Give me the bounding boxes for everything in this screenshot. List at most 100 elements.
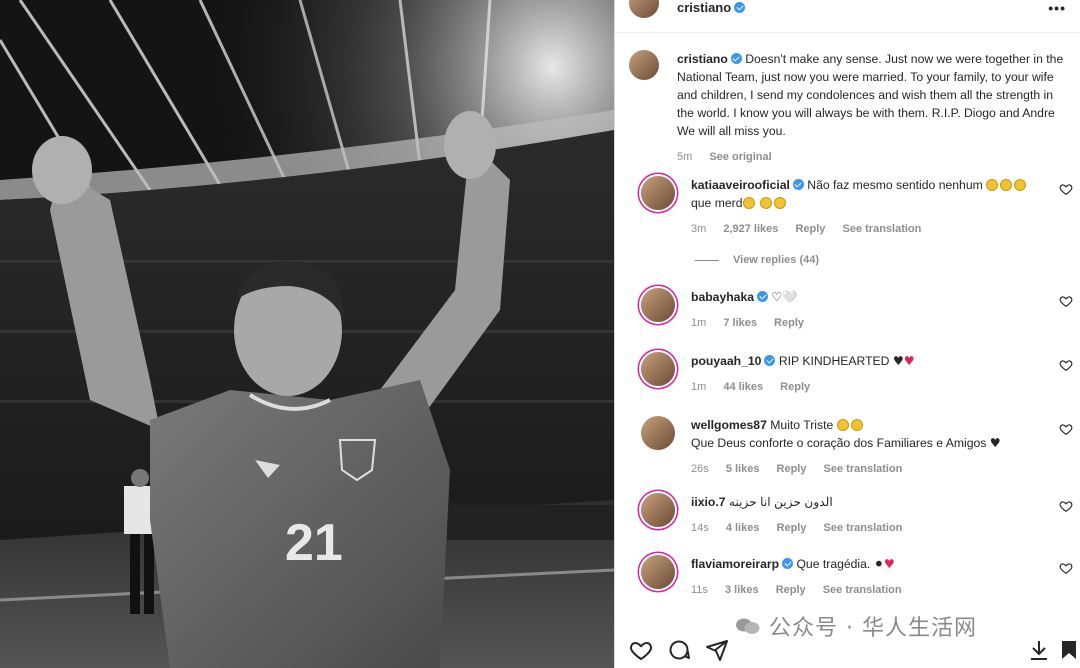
- comment-meta: 1m 44 likes Reply: [691, 378, 1041, 396]
- avatar[interactable]: [641, 352, 675, 386]
- avatar[interactable]: [641, 288, 675, 322]
- reply-button[interactable]: Reply: [795, 223, 825, 235]
- reply-button[interactable]: Reply: [777, 463, 807, 475]
- share-icon[interactable]: [705, 638, 729, 662]
- verified-icon: [782, 558, 794, 569]
- comment-item: flaviamoreirarp Que tragédia. ⚫♥ 11s 3 l…: [629, 555, 1079, 599]
- comment-time: 1m: [691, 381, 707, 393]
- comment-item: pouyaah_10 RIP KINDHEARTED ♥♥ 1m 44 like…: [629, 352, 1079, 396]
- comment-time: 1m: [691, 317, 707, 329]
- verified-icon: [757, 291, 769, 302]
- watermark: 公众号 · 华人生活网: [735, 610, 977, 642]
- avatar[interactable]: [629, 50, 659, 80]
- likes-count[interactable]: 3 likes: [725, 584, 759, 596]
- likes-count[interactable]: 5 likes: [726, 463, 760, 475]
- post-author-username[interactable]: cristiano: [677, 0, 746, 15]
- verified-icon: [730, 53, 742, 64]
- avatar[interactable]: [641, 493, 675, 527]
- verified-icon: [792, 179, 804, 190]
- likes-count[interactable]: 2,927 likes: [723, 223, 778, 235]
- heart-icon[interactable]: [629, 638, 653, 662]
- instagram-post-screenshot: 21 cristiano ••• cristiano Doesn't make …: [0, 0, 1080, 668]
- likes-count[interactable]: 44 likes: [723, 381, 763, 393]
- caption-username[interactable]: cristiano: [677, 52, 728, 66]
- reply-button[interactable]: Reply: [780, 381, 810, 393]
- comment-meta: 1m 7 likes Reply: [691, 314, 1041, 332]
- comment-text: Não faz mesmo sentido nenhum: [807, 178, 983, 192]
- sad-emoji-icon: [1000, 179, 1013, 191]
- more-options-icon[interactable]: •••: [1048, 0, 1066, 16]
- likes-count[interactable]: 7 likes: [723, 317, 757, 329]
- like-heart-icon[interactable]: [1059, 358, 1073, 372]
- sad-emoji-icon: [1014, 179, 1027, 191]
- post-photo: 21: [0, 0, 614, 668]
- comment-item: katiaaveirooficial Não faz mesmo sentido…: [629, 176, 1079, 238]
- download-icon[interactable]: [1027, 638, 1051, 662]
- avatar[interactable]: [641, 416, 675, 450]
- like-heart-icon[interactable]: [1059, 499, 1073, 513]
- comment-username[interactable]: iixio.7: [691, 495, 726, 509]
- comment-text: Que Deus conforte o coração dos Familiar…: [691, 436, 987, 450]
- sad-emoji-icon: [836, 419, 849, 431]
- reply-button[interactable]: Reply: [777, 522, 807, 534]
- like-heart-icon[interactable]: [1059, 422, 1073, 436]
- comment-text: Muito Triste: [770, 418, 834, 432]
- comment-meta: 3m 2,927 likes Reply See translation: [691, 220, 1041, 238]
- view-replies-link[interactable]: View replies (44): [695, 254, 819, 266]
- sad-emoji-icon: [850, 419, 863, 431]
- caption-text: Doesn't make any sense. Just now we were…: [677, 52, 1064, 138]
- caption-meta: 5m See original: [677, 148, 1069, 166]
- verified-icon: [764, 355, 776, 366]
- comment-text: RIP KINDHEARTED: [778, 354, 890, 368]
- comment-text: que merd: [691, 196, 743, 210]
- comment-item: wellgomes87 Muito Triste Que Deus confor…: [629, 416, 1079, 478]
- divider: [615, 32, 1080, 33]
- sad-emoji-icon: [986, 179, 999, 191]
- bookmark-icon[interactable]: [1057, 638, 1080, 662]
- eyes-emoji-icon: ⚫: [873, 557, 884, 571]
- sad-emoji-icon: [773, 197, 786, 209]
- avatar[interactable]: [641, 176, 675, 210]
- comment-text: Que tragédia.: [796, 557, 871, 571]
- avatar[interactable]: [629, 0, 659, 18]
- like-heart-icon[interactable]: [1059, 294, 1073, 308]
- comment-meta: 11s 3 likes Reply See translation: [691, 581, 1041, 599]
- comment-username[interactable]: wellgomes87: [691, 418, 767, 432]
- avatar[interactable]: [641, 555, 675, 589]
- comment-username[interactable]: pouyaah_10: [691, 354, 761, 368]
- see-original-link[interactable]: See original: [709, 151, 771, 163]
- see-translation-link[interactable]: See translation: [824, 463, 903, 475]
- comment-time: 26s: [691, 463, 709, 475]
- username-text: cristiano: [677, 0, 732, 15]
- reply-button[interactable]: Reply: [776, 584, 806, 596]
- black-heart-icon: ♥: [989, 436, 1001, 450]
- red-heart-icon: ♥: [883, 557, 895, 571]
- wechat-icon: [736, 618, 760, 634]
- post-caption: cristiano Doesn't make any sense. Just n…: [629, 50, 1069, 166]
- comment-meta: 26s 5 likes Reply See translation: [691, 460, 1041, 478]
- see-translation-link[interactable]: See translation: [824, 522, 903, 534]
- comment-username[interactable]: babayhaka: [691, 290, 754, 304]
- comment-time: 11s: [691, 584, 708, 596]
- comment-item: iixio.7 الدون حزين انا حزينه 14s 4 likes…: [629, 493, 1079, 537]
- stadium-photo-illustration: 21: [0, 0, 614, 668]
- likes-count[interactable]: 4 likes: [726, 522, 760, 534]
- see-translation-link[interactable]: See translation: [843, 223, 922, 235]
- jersey-number: 21: [285, 514, 343, 572]
- black-heart-icon: ♥: [892, 354, 904, 368]
- comment-icon[interactable]: [667, 638, 691, 662]
- comment-text: ♡🤍: [771, 290, 798, 304]
- like-heart-icon[interactable]: [1059, 182, 1073, 196]
- comments-panel: cristiano ••• cristiano Doesn't make any…: [614, 0, 1080, 668]
- red-heart-icon: ♥: [903, 354, 915, 368]
- view-replies-text: View replies (44): [733, 254, 820, 266]
- like-heart-icon[interactable]: [1059, 561, 1073, 575]
- comment-username[interactable]: katiaaveirooficial: [691, 178, 790, 192]
- comment-meta: 14s 4 likes Reply See translation: [691, 519, 1041, 537]
- verified-icon: [734, 2, 746, 13]
- caption-time: 5m: [677, 151, 693, 163]
- comment-time: 3m: [691, 223, 707, 235]
- comment-username[interactable]: flaviamoreirarp: [691, 557, 779, 571]
- reply-button[interactable]: Reply: [774, 317, 804, 329]
- see-translation-link[interactable]: See translation: [823, 584, 902, 596]
